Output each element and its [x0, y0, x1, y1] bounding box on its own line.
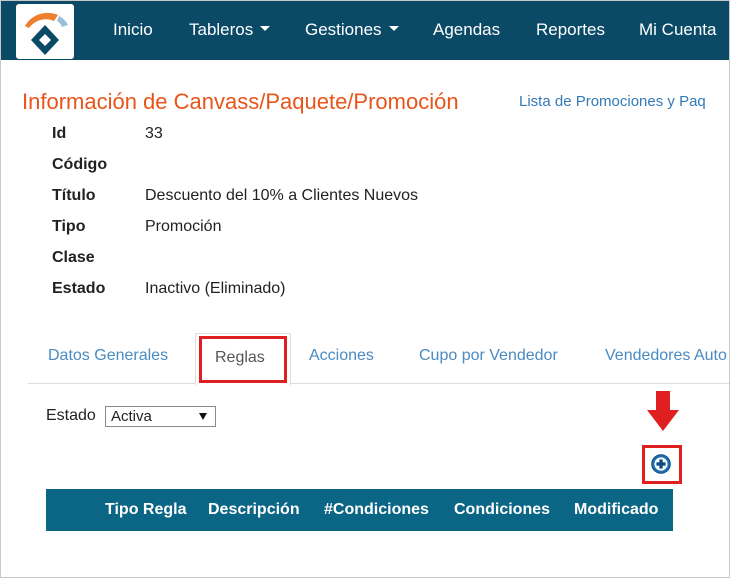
nav-gestiones[interactable]: Gestiones [305, 1, 399, 60]
add-rule-button[interactable] [651, 454, 671, 474]
page-title: Información de Canvass/Paquete/Promoción [22, 89, 459, 114]
detail-value: 33 [145, 125, 163, 142]
list-promotions-link[interactable]: Lista de Promociones y Paq [519, 93, 706, 110]
nav-reportes[interactable]: Reportes [536, 1, 605, 60]
tab-vendedores-auto[interactable]: Vendedores Auto [605, 347, 727, 365]
logo-icon[interactable] [16, 4, 74, 59]
detail-label: Clase [52, 249, 95, 266]
tab-acciones[interactable]: Acciones [309, 347, 374, 365]
detail-value: Promoción [145, 218, 222, 235]
detail-value: Descuento del 10% a Clientes Nuevos [145, 187, 419, 204]
detail-label: Título [52, 187, 96, 204]
nav-mi-cuenta[interactable]: Mi Cuenta [639, 1, 716, 60]
nav-reportes-label: Reportes [536, 20, 605, 39]
column-header-condiciones[interactable]: Condiciones [454, 501, 550, 519]
detail-label: Código [52, 156, 108, 173]
tab-reglas-highlight [199, 336, 287, 383]
nav-inicio-label: Inicio [113, 20, 153, 39]
dropdown-arrow-icon [199, 413, 207, 420]
caret-down-icon [260, 26, 271, 32]
app-window: Inicio Tableros Gestiones Agendas Report… [0, 0, 730, 578]
nav-inicio[interactable]: Inicio [113, 1, 153, 60]
tabs-divider [28, 383, 729, 384]
detail-label: Tipo [52, 218, 86, 235]
detail-label: Estado [52, 280, 106, 297]
tab-cupo-por-vendedor[interactable]: Cupo por Vendedor [419, 347, 558, 365]
top-navbar: Inicio Tableros Gestiones Agendas Report… [1, 1, 729, 60]
detail-label: Id [52, 125, 67, 142]
detail-value: Inactivo (Eliminado) [145, 280, 286, 297]
rules-table-header: Tipo Regla Descripción #Condiciones Cond… [46, 489, 673, 531]
nav-agendas-label: Agendas [433, 20, 501, 39]
caret-down-icon [388, 26, 399, 32]
column-header-tipo-regla[interactable]: Tipo Regla [105, 501, 187, 519]
nav-tableros-label: Tableros [189, 20, 254, 39]
nav-gestiones-label: Gestiones [305, 20, 382, 39]
estado-filter-label: Estado [46, 407, 96, 424]
column-header-modificado[interactable]: Modificado [574, 501, 658, 519]
tab-datos-generales[interactable]: Datos Generales [48, 347, 168, 365]
nav-mi-cuenta-label: Mi Cuenta [639, 20, 717, 39]
red-down-arrow-icon [647, 391, 679, 431]
nav-agendas[interactable]: Agendas [433, 1, 500, 60]
column-header-descripcion[interactable]: Descripción [208, 501, 300, 519]
estado-select[interactable]: Activa [105, 406, 216, 427]
nav-tableros[interactable]: Tableros [189, 1, 271, 60]
column-header-num-condiciones[interactable]: #Condiciones [324, 501, 429, 519]
estado-selected-value: Activa [111, 408, 152, 425]
